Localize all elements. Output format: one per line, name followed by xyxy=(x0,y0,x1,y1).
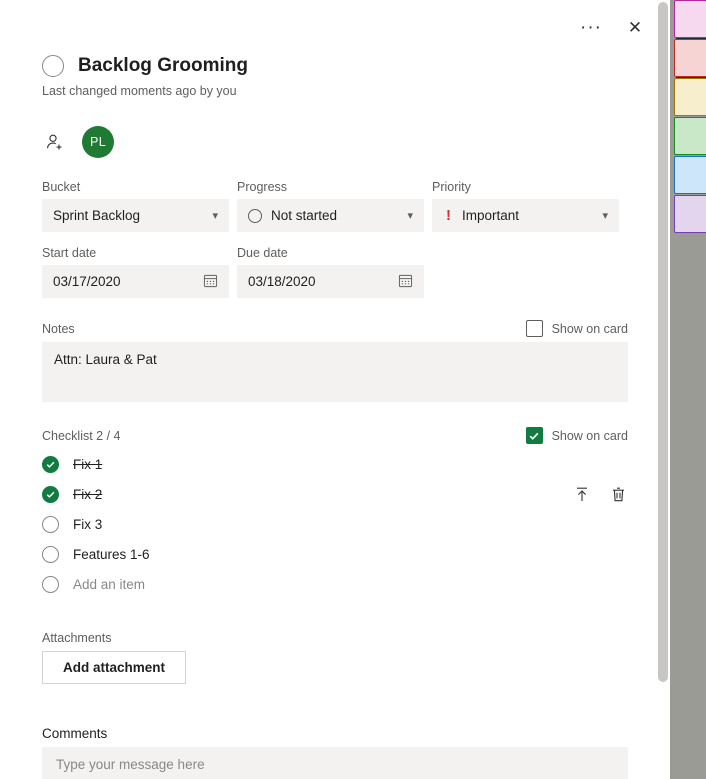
checklist-item: Fix 3 xyxy=(42,509,628,539)
due-date-field[interactable]: 03/18/2020 xyxy=(237,265,424,298)
panel-scrollbar-thumb[interactable] xyxy=(658,2,668,682)
priority-label: Priority xyxy=(432,180,471,194)
grid-spacer xyxy=(424,199,432,232)
avatar-initials: PL xyxy=(89,135,107,149)
board-swatch-4 xyxy=(674,156,706,194)
notes-section: Notes Show on card Attn: Laura & Pat xyxy=(42,320,628,402)
checklist-label: Checklist 2 / 4 xyxy=(42,428,121,443)
bucket-label: Bucket xyxy=(42,180,81,194)
notes-show-on-card-label: Show on card xyxy=(551,321,628,336)
due-date-label: Due date xyxy=(237,246,288,260)
checklist-header: Checklist 2 / 4 Show on card xyxy=(42,427,628,444)
checklist-item-label[interactable]: Fix 3 xyxy=(73,517,102,532)
checklist-add-item-row[interactable]: Add an item xyxy=(42,569,628,599)
calendar-icon xyxy=(398,273,413,291)
task-fields-grid: Bucket Progress Priority Sprint Backlog … xyxy=(42,180,628,298)
grid-row-spacer xyxy=(42,232,619,246)
task-complete-checkbox[interactable] xyxy=(42,55,64,77)
checklist-circle-icon[interactable] xyxy=(42,515,59,533)
checkbox-icon xyxy=(525,320,543,337)
grid-spacer xyxy=(424,180,432,199)
checklist-circle-icon xyxy=(42,575,59,593)
notes-show-on-card-toggle[interactable]: Show on card xyxy=(525,320,628,337)
bucket-value: Sprint Backlog xyxy=(53,208,141,223)
promote-to-task-icon[interactable] xyxy=(572,484,592,504)
checklist-circle-checked-icon[interactable] xyxy=(42,455,59,473)
checklist-show-on-card-toggle[interactable]: Show on card xyxy=(525,427,628,444)
calendar-icon xyxy=(203,273,218,291)
comment-input[interactable]: Type your message here xyxy=(42,747,628,779)
checklist-add-item-placeholder: Add an item xyxy=(73,576,146,592)
board-color-swatch-strip xyxy=(674,0,706,234)
board-swatch-2 xyxy=(674,78,706,116)
checklist-circle-icon[interactable] xyxy=(42,545,59,563)
page-title[interactable]: Backlog Grooming xyxy=(78,55,248,77)
board-swatch-0 xyxy=(674,0,706,38)
task-title-row: Backlog Grooming xyxy=(42,55,628,77)
delete-item-icon[interactable] xyxy=(608,484,628,504)
checklist-item: Fix 2 xyxy=(42,479,628,509)
grid-spacer xyxy=(432,246,619,265)
grid-spacer xyxy=(424,265,432,298)
checklist-item-actions xyxy=(572,484,628,504)
avatar[interactable]: PL xyxy=(82,126,114,158)
comments-label: Comments xyxy=(42,726,108,741)
progress-label: Progress xyxy=(237,180,288,194)
checkbox-checked-icon xyxy=(525,427,543,444)
board-swatch-5 xyxy=(674,195,706,233)
checklist-item: Fix 1 xyxy=(42,449,628,479)
add-person-icon[interactable] xyxy=(42,129,68,155)
checklist-item: Features 1-6 xyxy=(42,539,628,569)
notes-textarea[interactable]: Attn: Laura & Pat xyxy=(42,342,628,402)
board-swatch-3 xyxy=(674,117,706,155)
comments-section: Comments Type your message here xyxy=(42,726,628,779)
add-attachment-button[interactable]: Add attachment xyxy=(42,651,187,684)
start-date-label: Start date xyxy=(42,246,97,260)
grid-spacer xyxy=(229,246,237,265)
grid-spacer xyxy=(432,265,619,298)
not-started-circle-icon xyxy=(248,208,262,223)
progress-value: Not started xyxy=(271,208,338,223)
bucket-dropdown[interactable]: Sprint Backlog ▾ xyxy=(42,199,229,232)
checklist-show-on-card-label: Show on card xyxy=(551,428,628,443)
checklist-item-label[interactable]: Fix 2 xyxy=(73,487,102,502)
chevron-down-icon: ▾ xyxy=(602,210,608,222)
priority-dropdown[interactable]: ! Important ▾ xyxy=(432,199,619,232)
attachments-section: Attachments Add attachment xyxy=(42,631,628,684)
notes-label: Notes xyxy=(42,321,75,336)
checklist-section: Checklist 2 / 4 Show on card Fix 1 Fix 2F… xyxy=(42,427,628,599)
grid-spacer xyxy=(229,265,237,298)
task-last-changed-text: Last changed moments ago by you xyxy=(42,84,237,98)
panel-content: Backlog Grooming Last changed moments ag… xyxy=(0,0,670,779)
grid-spacer xyxy=(229,199,237,232)
checklist-items: Fix 1 Fix 2 Fix 3 Features 1-6 xyxy=(42,449,628,569)
checklist-circle-checked-icon[interactable] xyxy=(42,485,59,503)
task-detail-panel: ··· ✕ Backlog Grooming Last changed mome… xyxy=(0,0,670,779)
board-swatch-1 xyxy=(674,39,706,77)
progress-dropdown[interactable]: Not started ▾ xyxy=(237,199,424,232)
grid-spacer xyxy=(229,180,237,199)
start-date-value: 03/17/2020 xyxy=(53,274,121,289)
start-date-field[interactable]: 03/17/2020 xyxy=(42,265,229,298)
checklist-item-label[interactable]: Features 1-6 xyxy=(73,547,150,562)
assignee-row: PL xyxy=(42,126,628,158)
chevron-down-icon: ▾ xyxy=(212,210,218,222)
due-date-value: 03/18/2020 xyxy=(248,274,316,289)
notes-header: Notes Show on card xyxy=(42,320,628,337)
chevron-down-icon: ▾ xyxy=(407,210,413,222)
grid-spacer xyxy=(424,246,432,265)
important-exclamation-icon: ! xyxy=(446,207,451,224)
attachments-label: Attachments xyxy=(42,631,112,645)
checklist-item-label[interactable]: Fix 1 xyxy=(73,457,102,472)
priority-value: Important xyxy=(462,208,520,223)
